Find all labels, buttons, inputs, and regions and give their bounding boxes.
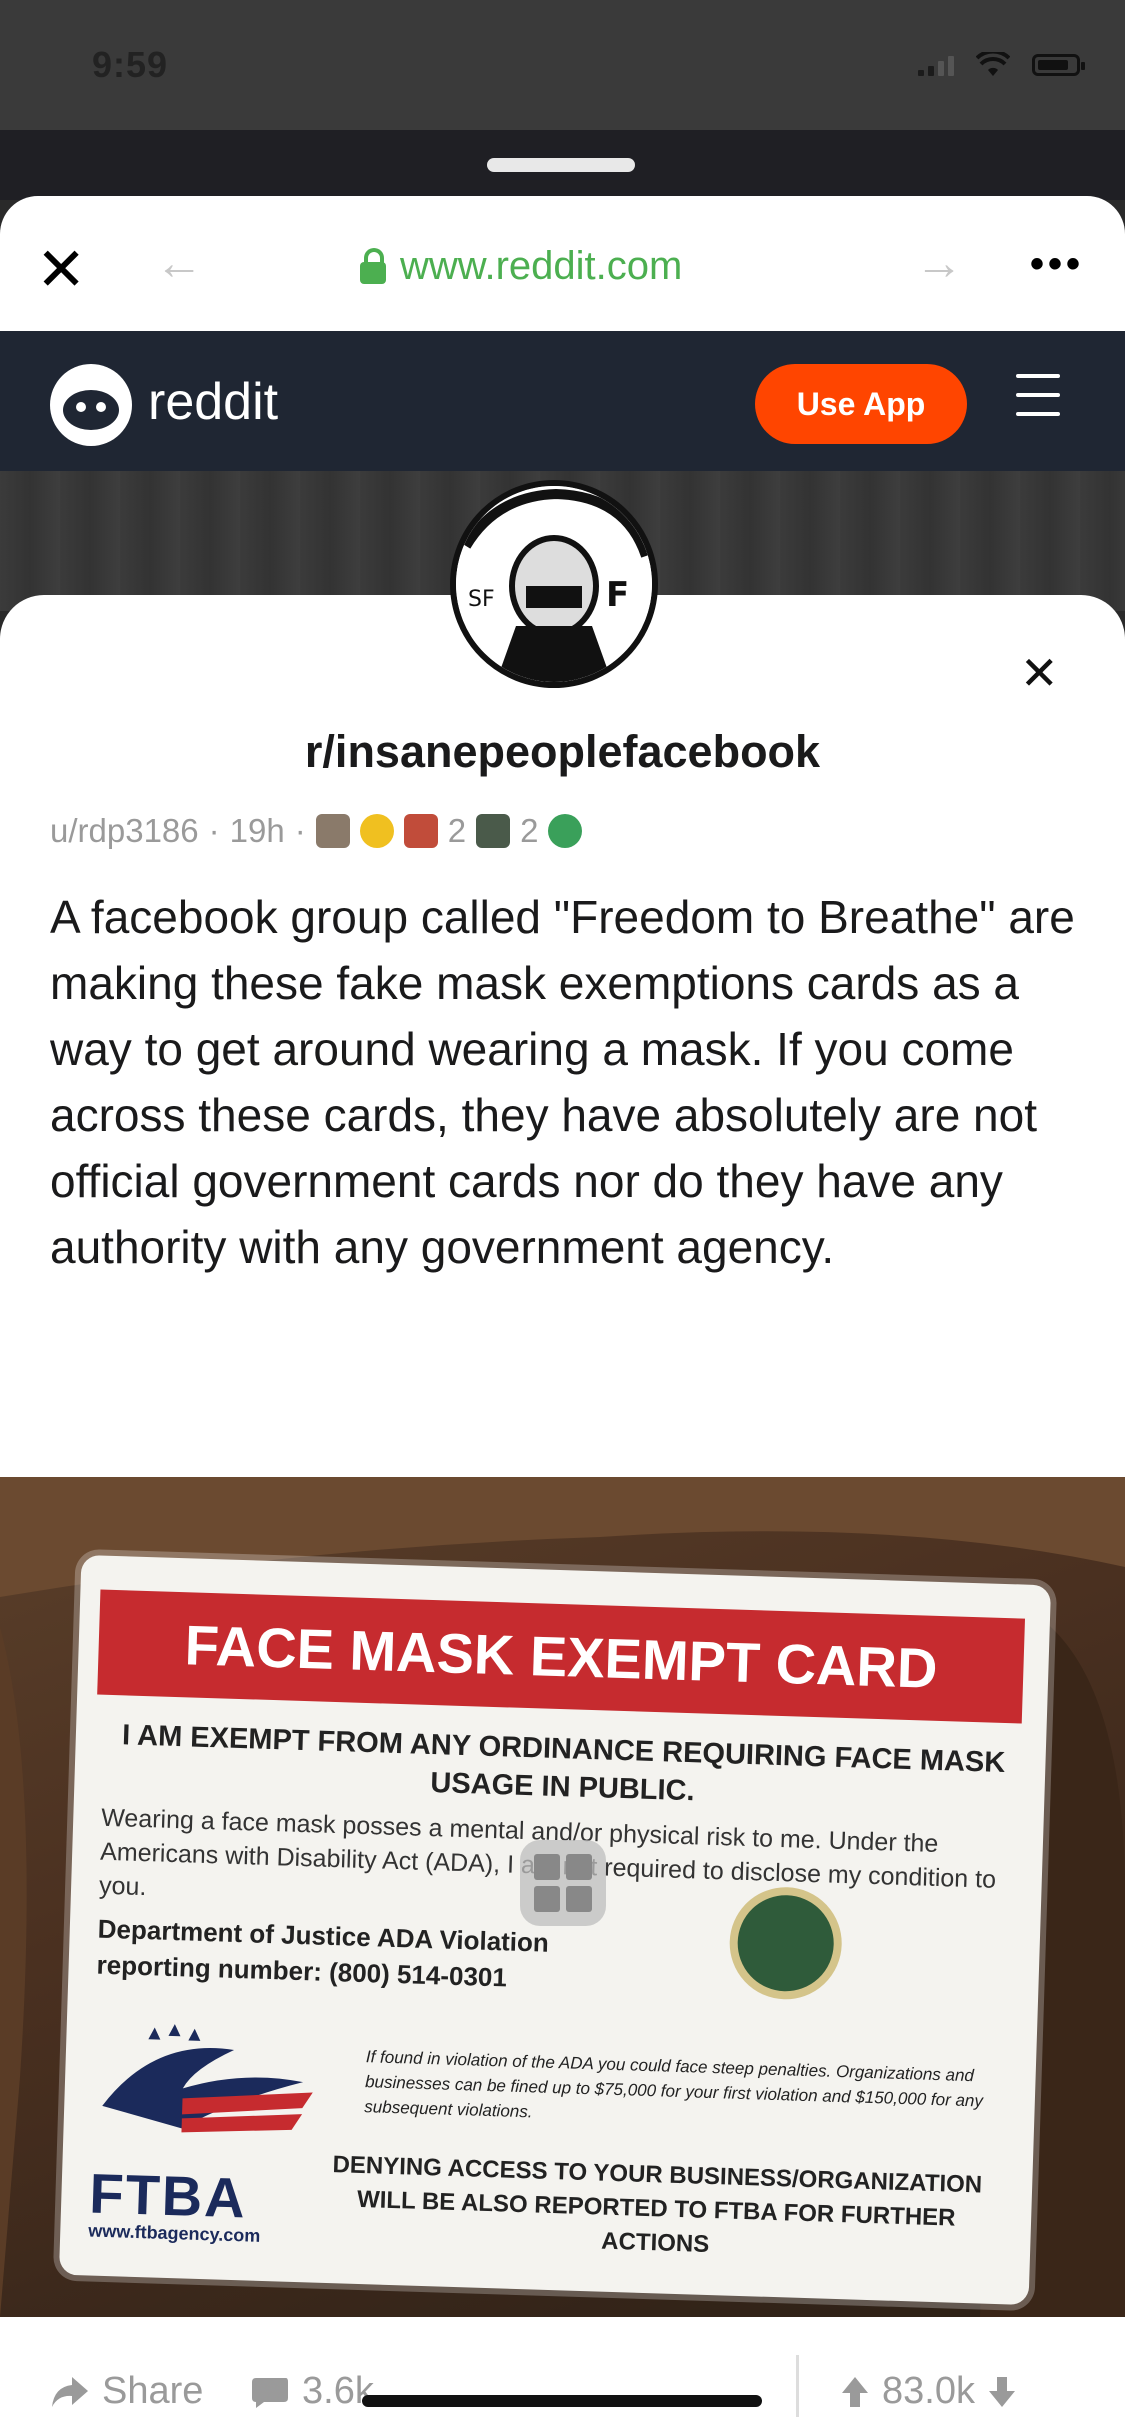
comment-icon (252, 2377, 288, 2408)
award-icon (359, 814, 394, 848)
share-button[interactable]: Share (50, 2370, 203, 2413)
sheet-drag-handle[interactable] (487, 158, 635, 172)
use-app-button[interactable]: Use App (755, 364, 967, 444)
comment-count: 3.6k (302, 2370, 374, 2412)
award-count: 2 (520, 812, 539, 849)
wifi-icon (976, 52, 1010, 76)
ftba-brand: FTBA (88, 2161, 248, 2230)
card-dept: Department of Justice ADA Violation repo… (96, 1911, 549, 1997)
award-icon (548, 814, 583, 848)
eagle-logo-icon (102, 2024, 313, 2133)
post-meta: u/rdp3186 · 19h · 2 2 (50, 812, 583, 850)
svg-text:SF: SF (468, 587, 495, 612)
upvote-icon[interactable] (840, 2375, 870, 2409)
status-time: 9:59 (92, 44, 169, 85)
close-icon[interactable]: ✕ (36, 240, 86, 300)
menu-icon[interactable] (1016, 374, 1060, 431)
reddit-logo-icon[interactable] (50, 364, 132, 446)
lock-icon (360, 247, 386, 284)
exempt-card: FACE MASK EXEMPT CARD I AM EXEMPT FROM A… (58, 1554, 1052, 2306)
post-author[interactable]: u/rdp3186 (50, 812, 199, 850)
status-icons (918, 52, 1085, 78)
back-arrow-icon[interactable]: ← (155, 240, 203, 288)
meta-dot: · (208, 812, 220, 849)
close-icon[interactable]: ✕ (1020, 650, 1059, 696)
score-count: 83.0k (882, 2370, 975, 2412)
divider (796, 2355, 799, 2417)
url-text: www.reddit.com (400, 244, 683, 288)
grid-icon[interactable] (520, 1840, 606, 1926)
card-title: FACE MASK EXEMPT CARD (97, 1589, 1026, 1724)
ftba-url: www.ftbagency.com (88, 2220, 261, 2246)
comments-button[interactable]: 3.6k (250, 2370, 374, 2413)
card-deny-text: DENYING ACCESS TO YOUR BUSINESS/ORGANIZA… (332, 2151, 983, 2258)
battery-icon (1032, 54, 1085, 76)
share-label: Share (102, 2370, 204, 2412)
status-bar: 9:59 (0, 0, 1125, 130)
award-icon (315, 814, 350, 848)
home-indicator[interactable] (362, 2395, 762, 2407)
cellular-signal-icon (918, 54, 954, 76)
reddit-wordmark[interactable]: reddit (148, 372, 278, 432)
subreddit-avatar[interactable]: F SF (450, 480, 658, 688)
svg-text:F: F (606, 575, 629, 615)
card-fine-print: If found in violation of the ADA you cou… (364, 2047, 984, 2122)
vote-control: 83.0k (840, 2370, 1017, 2413)
more-icon[interactable]: ••• (1030, 244, 1084, 284)
post-body: A facebook group called "Freedom to Brea… (50, 891, 1075, 1273)
share-icon (52, 2376, 88, 2407)
forward-arrow-icon[interactable]: → (915, 240, 963, 288)
downvote-icon[interactable] (987, 2375, 1017, 2409)
meta-dot: · (294, 812, 306, 849)
award-icon (403, 814, 438, 848)
url-bar[interactable]: www.reddit.com (360, 244, 682, 289)
post-age: 19h (229, 812, 285, 849)
award-icon (476, 814, 511, 848)
subreddit-name[interactable]: r/insanepeoplefacebook (0, 726, 1125, 778)
award-count: 2 (447, 812, 467, 849)
